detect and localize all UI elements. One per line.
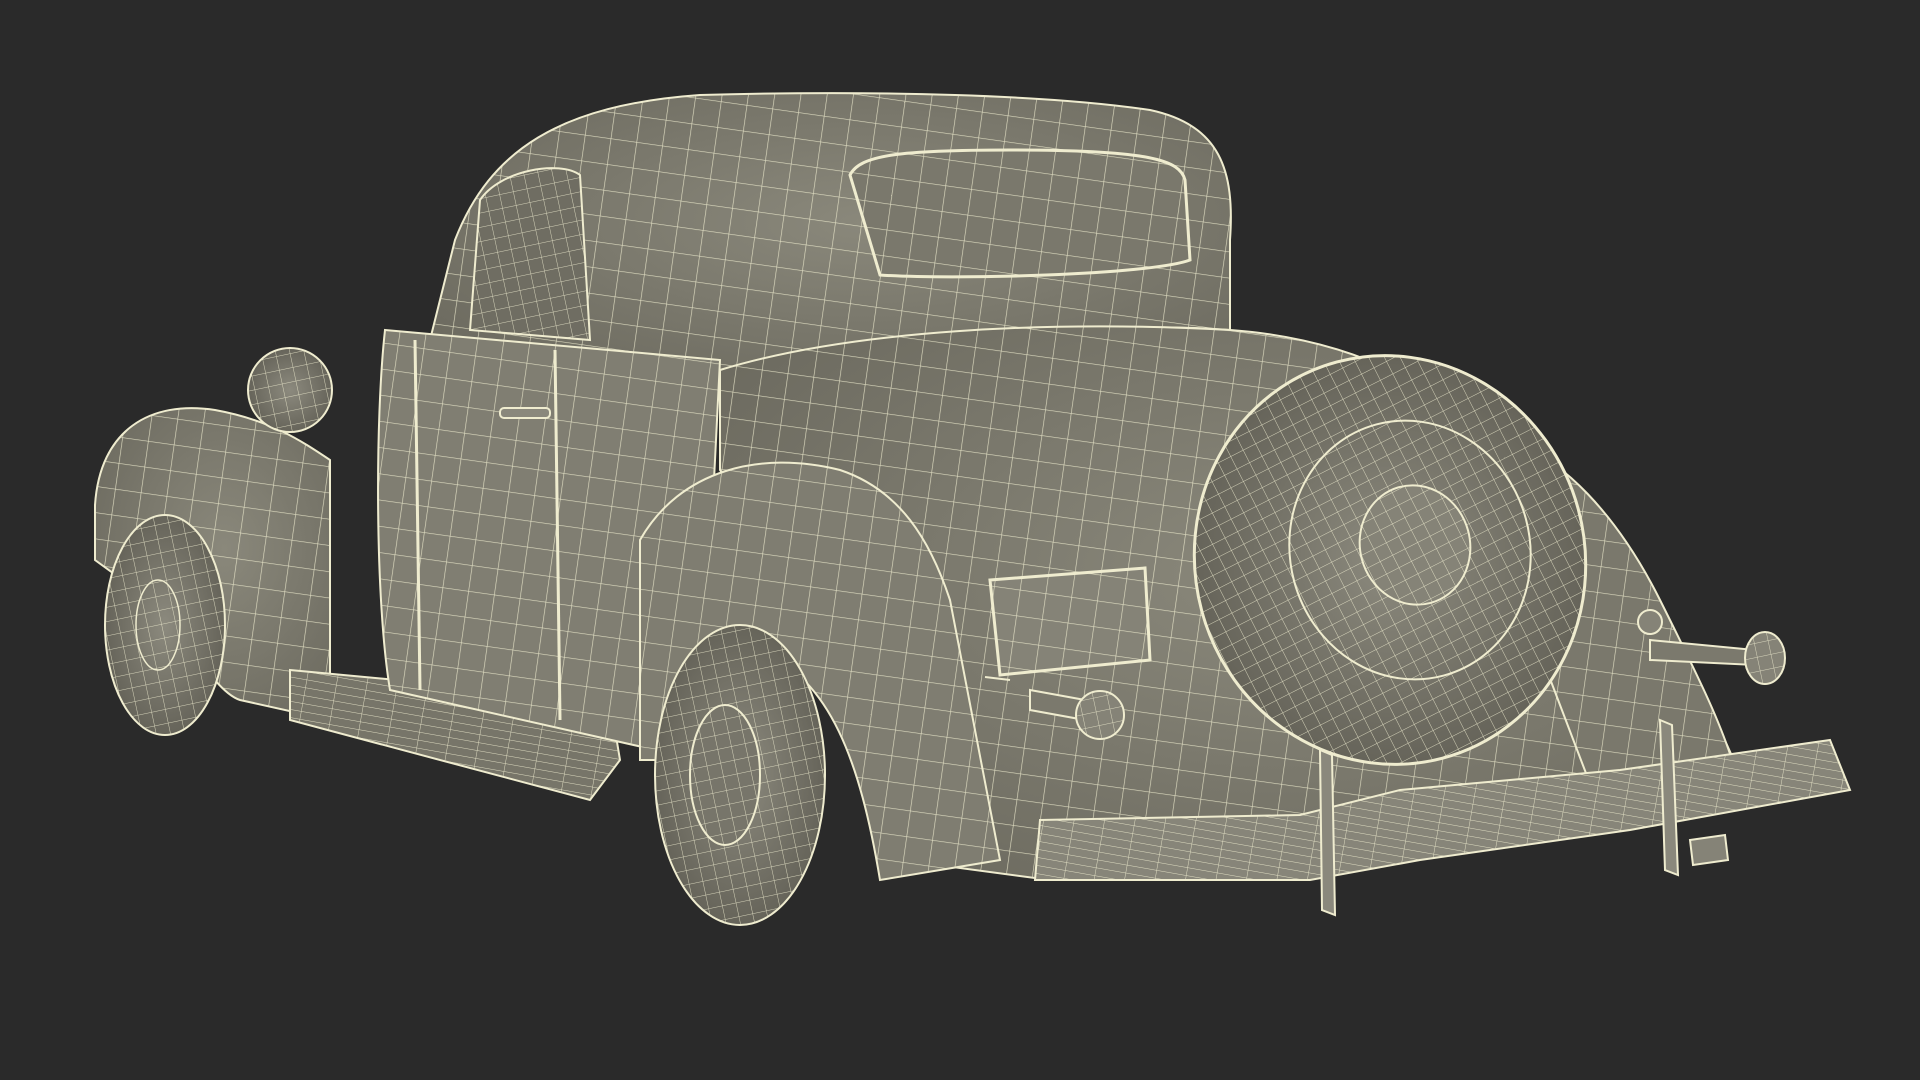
exhaust-pipe: [1688, 833, 1730, 867]
right-rear-wheel: [654, 624, 826, 926]
side-window: [468, 167, 592, 342]
car-wireframe-model: [94, 92, 1852, 926]
render-viewport: [0, 0, 1920, 1080]
bumper-guard-left: [1318, 748, 1337, 917]
left-tail-lamp: [247, 347, 333, 433]
door-handle: [499, 407, 551, 419]
rear-window: [848, 148, 1192, 279]
left-rear-wheel: [104, 514, 226, 736]
license-plate: [984, 566, 1152, 681]
